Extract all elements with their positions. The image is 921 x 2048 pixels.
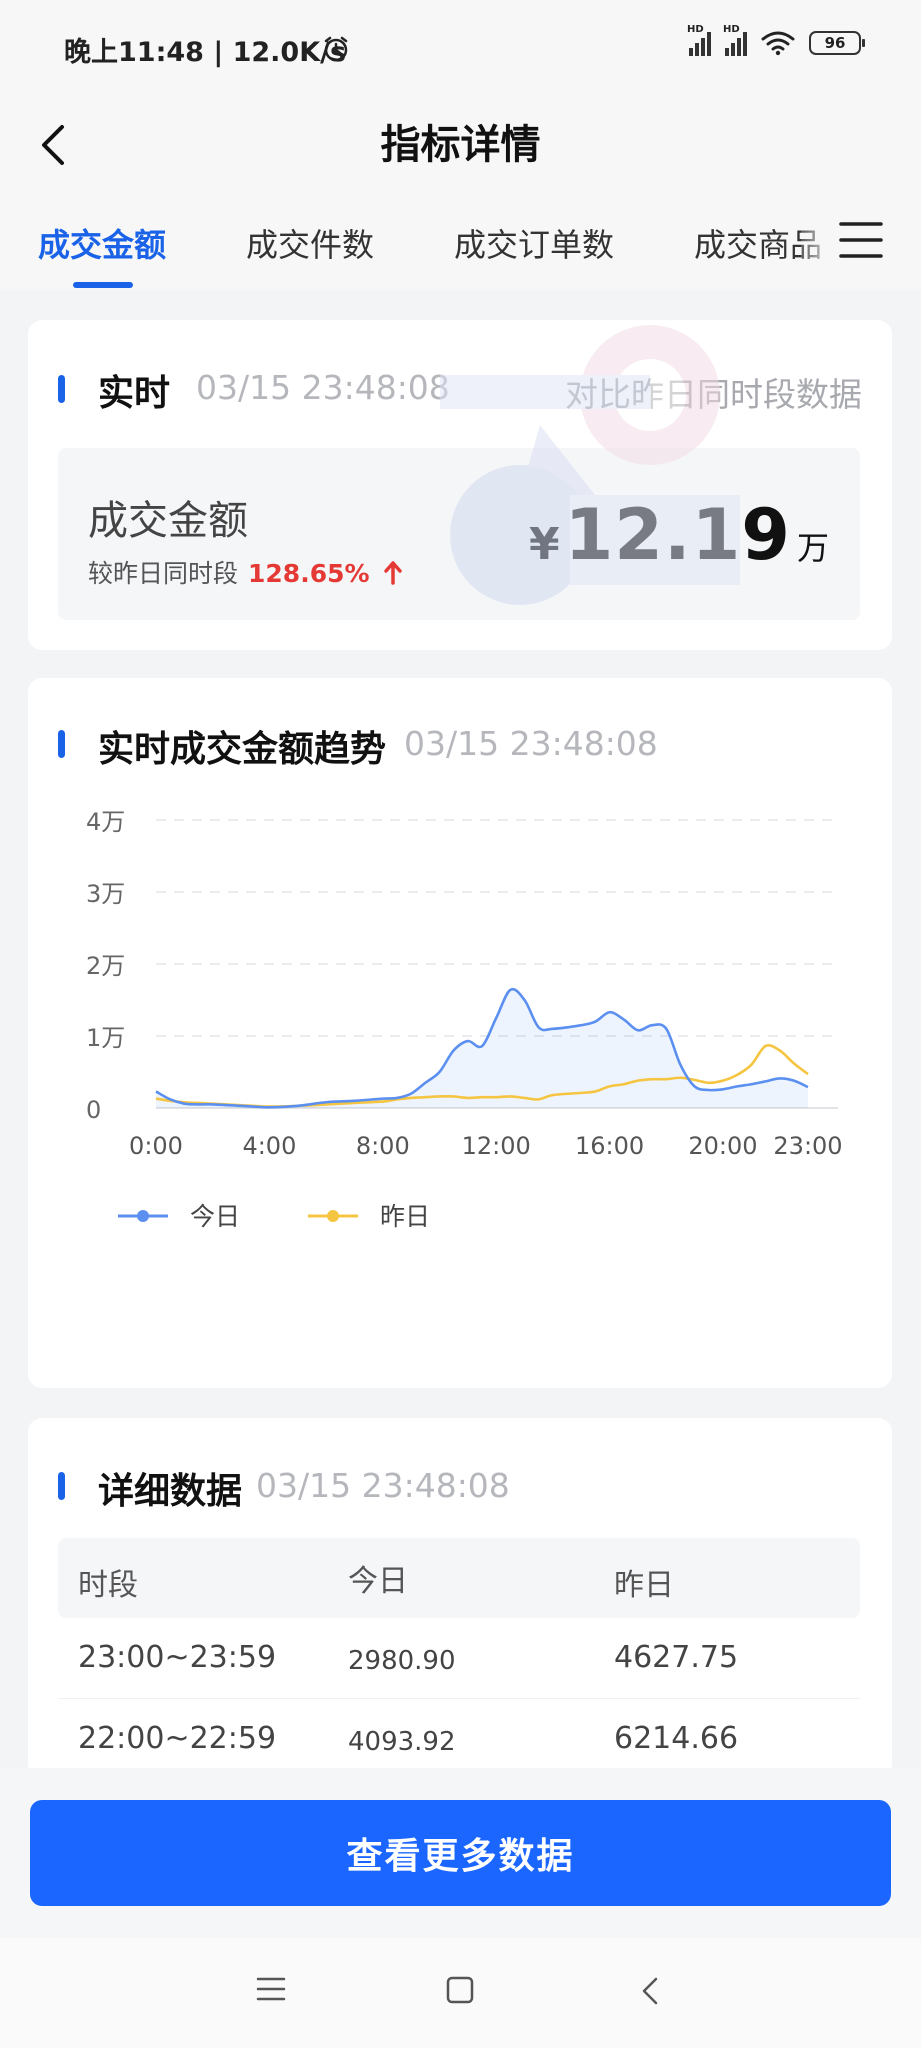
timestamp: 03/15 23:48:08 xyxy=(256,1466,510,1505)
hd-label: HD xyxy=(687,24,704,35)
section-title: 详细数据 xyxy=(98,1471,243,1512)
y-tick-label: 1万 xyxy=(86,1024,125,1052)
header-today: 今日 xyxy=(348,1564,408,1599)
menu-icon[interactable] xyxy=(256,1976,286,2002)
section-marker xyxy=(58,375,65,403)
metric-tabs: 成交金额 成交件数 成交订单数 成交商品 xyxy=(0,190,921,290)
trend-chart: 4万 3万 2万 1万 0 0:00 4:00 8:00 12:00 16:00 20:00 23:0… xyxy=(86,808,843,1231)
status-icons: HD HD 96 xyxy=(687,24,865,56)
x-tick-label: 16:00 xyxy=(575,1132,644,1160)
metric-comparison: 较昨日同时段 128.65% xyxy=(88,554,402,590)
section-title: 实时 xyxy=(98,373,171,414)
y-tick-label: 0 xyxy=(86,1096,101,1124)
detail-card: 详细数据 03/15 23:48:08 时段 今日 昨日 23:00~23:59… xyxy=(28,1418,892,1780)
tab-transaction-orders[interactable]: 成交订单数 xyxy=(454,220,614,266)
detail-table: 时段 今日 昨日 23:00~23:59 2980.90 4627.75 22:… xyxy=(58,1538,860,1780)
page-title: 指标详情 xyxy=(380,122,541,168)
y-tick-label: 3万 xyxy=(86,880,125,908)
legend-marker xyxy=(327,1210,339,1222)
table-header: 时段 今日 昨日 xyxy=(58,1538,860,1618)
arrow-up-icon xyxy=(383,561,402,585)
section-marker xyxy=(58,730,65,758)
nav-bar: 指标详情 xyxy=(0,100,921,190)
back-icon[interactable] xyxy=(640,1976,660,2006)
comparison-percent: 128.65% xyxy=(248,559,370,588)
table-row: 23:00~23:59 2980.90 4627.75 xyxy=(58,1618,860,1699)
menu-icon xyxy=(839,222,883,258)
cell-period: 23:00~23:59 xyxy=(78,1640,277,1675)
timestamp: 03/15 23:48:08 xyxy=(404,724,658,763)
tab-transaction-amount[interactable]: 成交金额 xyxy=(38,220,166,266)
watermark-logo xyxy=(440,325,740,605)
cell-today: 2980.90 xyxy=(348,1646,456,1676)
legend-label: 今日 xyxy=(190,1202,240,1231)
view-more-data-button[interactable]: 查看更多数据 xyxy=(30,1800,891,1906)
section-marker xyxy=(58,1472,65,1500)
signal-icon: HD xyxy=(687,24,711,56)
cell-period: 22:00~22:59 xyxy=(78,1721,277,1756)
y-tick-label: 2万 xyxy=(86,952,125,980)
status-time: 晚上11:48 | 12.0K/s xyxy=(64,37,347,68)
battery-level: 96 xyxy=(824,34,846,52)
cell-yesterday: 4627.75 xyxy=(614,1640,739,1675)
y-tick-label: 4万 xyxy=(86,808,125,836)
x-tick-label: 23:00 xyxy=(773,1132,842,1160)
section-title: 实时成交金额趋势 xyxy=(98,729,387,770)
wifi-icon xyxy=(761,31,795,56)
trend-card: 实时成交金额趋势 03/15 23:48:08 4万 3万 2万 1万 0 0:00 4:0… xyxy=(28,678,892,1388)
active-tab-indicator xyxy=(73,282,133,288)
header-yesterday: 昨日 xyxy=(614,1568,674,1603)
header-period: 时段 xyxy=(78,1568,138,1603)
x-tick-label: 12:00 xyxy=(462,1132,531,1160)
status-bar: 晚上11:48 | 12.0K/s HD HD 96 xyxy=(0,0,921,100)
alarm-icon xyxy=(324,36,348,62)
x-tick-label: 20:00 xyxy=(688,1132,757,1160)
comparison-label: 较昨日同时段 xyxy=(88,559,239,588)
x-tick-label: 8:00 xyxy=(356,1132,410,1160)
cell-today: 4093.92 xyxy=(348,1727,456,1757)
tabs-menu-button[interactable] xyxy=(801,190,921,290)
tab-transaction-items[interactable]: 成交件数 xyxy=(246,220,374,266)
x-tick-label: 4:00 xyxy=(242,1132,296,1160)
x-tick-label: 0:00 xyxy=(129,1132,183,1160)
metric-label: 成交金额 xyxy=(88,498,248,544)
battery-icon: 96 xyxy=(809,31,865,55)
system-nav-bar xyxy=(0,1938,921,2048)
metric-unit: 万 xyxy=(796,529,830,567)
cell-yesterday: 6214.66 xyxy=(614,1721,739,1756)
home-icon[interactable] xyxy=(446,1976,474,2004)
timestamp: 03/15 23:48:08 xyxy=(196,368,450,407)
signal-icon: HD xyxy=(723,24,747,56)
legend-marker xyxy=(137,1210,149,1222)
legend-label: 昨日 xyxy=(380,1202,430,1231)
hd-label: HD xyxy=(723,24,740,35)
